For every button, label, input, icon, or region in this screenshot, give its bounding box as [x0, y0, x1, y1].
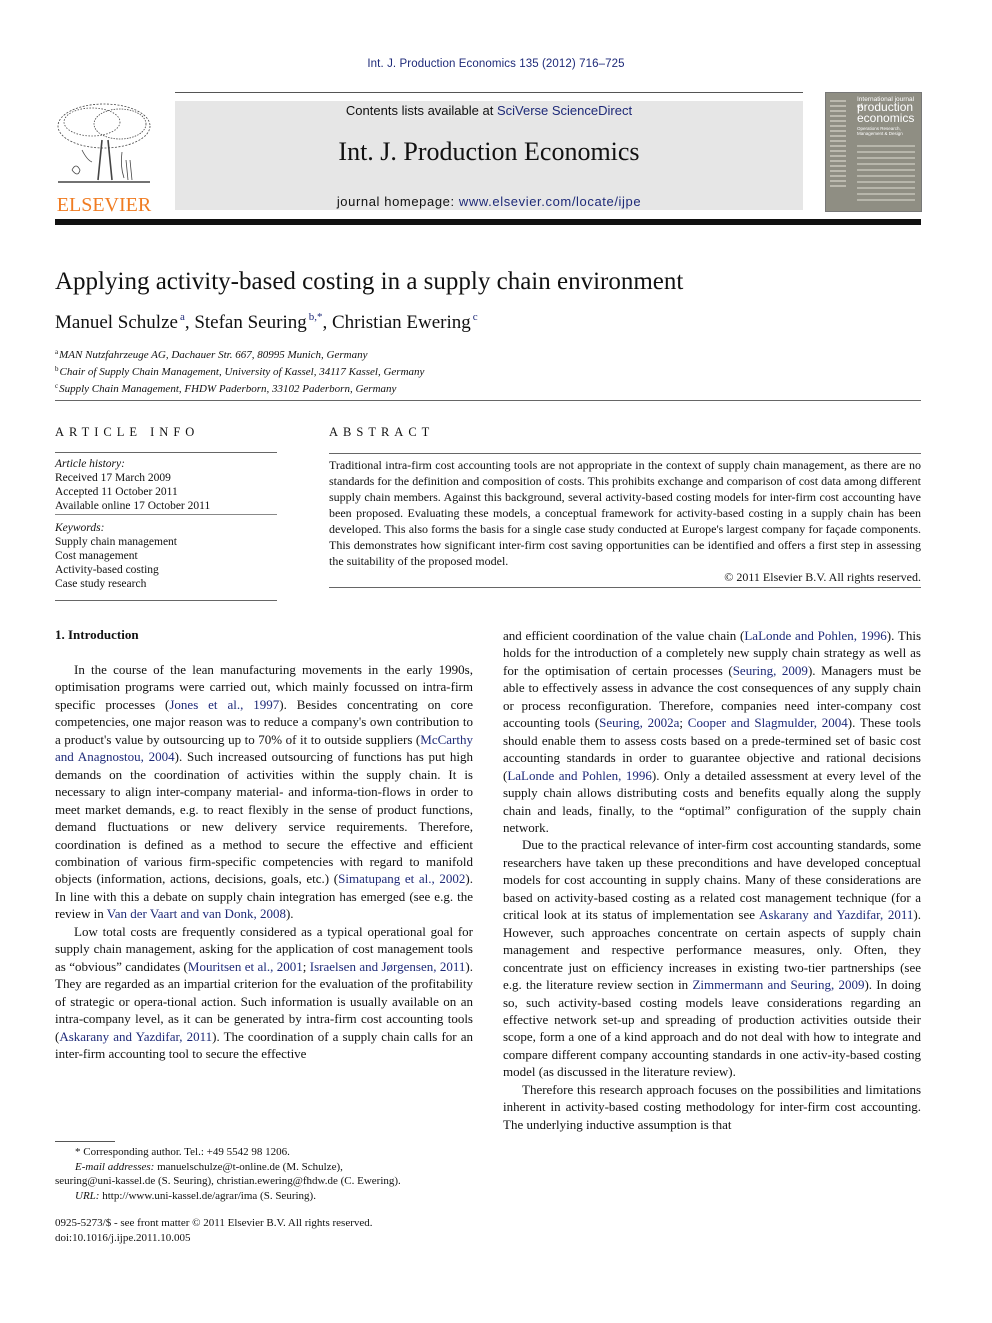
citation-link[interactable]: Zimmermann and Seuring, 2009 [692, 977, 864, 992]
keyword: Activity-based costing [55, 564, 159, 576]
paragraph: Due to the practical relevance of inter-… [503, 836, 921, 1080]
paragraph: and efficient coordination of the value … [503, 627, 921, 836]
text-run: Therefore this research approach focuses… [503, 1081, 921, 1132]
divider [55, 452, 277, 453]
citation-link[interactable]: Jones et al., 1997 [169, 697, 279, 712]
doi[interactable]: doi:10.1016/j.ijpe.2011.10.005 [55, 1231, 373, 1246]
history-received: Received 17 March 2009 [55, 472, 171, 484]
citation-link[interactable]: LaLonde and Pohlen, 1996 [744, 628, 886, 643]
divider [329, 453, 921, 454]
journal-cover-thumbnail[interactable]: International journal of production econ… [825, 92, 922, 212]
footnotes: * Corresponding author. Tel.: +49 5542 9… [55, 1141, 485, 1203]
affiliation: aMAN Nutzfahrzeuge AG, Dachauer Str. 667… [55, 348, 368, 361]
journal-name: Int. J. Production Economics [338, 137, 640, 166]
divider [329, 587, 921, 588]
cover-subtitle: Operations Research, Management & Design [857, 126, 903, 136]
divider [55, 514, 277, 515]
author-name[interactable]: Stefan Seuring [194, 312, 306, 333]
author-name[interactable]: Manuel Schulze [55, 312, 178, 333]
text-run: ; [679, 715, 688, 731]
issn-copyright: 0925-5273/$ - see front matter © 2011 El… [55, 1217, 373, 1229]
author-name[interactable]: Christian Ewering [332, 312, 471, 333]
paragraph: In the course of the lean manufacturing … [55, 661, 473, 923]
citation-link[interactable]: Askarany and Yazdifar, 2011 [759, 907, 913, 922]
text-run: ). Such increased outsourcing of functio… [55, 749, 473, 887]
front-matter: 0925-5273/$ - see front matter © 2011 El… [55, 1216, 373, 1245]
citation-link[interactable]: Israelsen and Jørgensen, 2011 [310, 959, 466, 974]
journal-banner: Contents lists available at SciVerse Sci… [175, 101, 803, 210]
body-column-right: and efficient coordination of the value … [503, 627, 921, 1133]
keyword: Supply chain management [55, 536, 177, 548]
footnote-rule [55, 1141, 115, 1142]
elsevier-wordmark: ELSEVIER [56, 194, 152, 216]
text-run: ; [302, 958, 310, 974]
abstract: ABSTRACT Traditional intra-firm cost acc… [329, 425, 921, 588]
text-run: and efficient coordination of the value … [503, 628, 745, 643]
abstract-text: Traditional intra-firm cost accounting t… [329, 458, 921, 568]
url-note: URL: http://www.uni-kassel.de/agrar/ima … [75, 1189, 316, 1202]
abstract-copyright: © 2011 Elsevier B.V. All rights reserved… [724, 570, 921, 584]
citation-link[interactable]: Askarany and Yazdifar, 2011 [59, 1029, 212, 1044]
header-thick-rule [55, 219, 921, 225]
history-label: Article history: [55, 458, 125, 470]
cover-contents [857, 141, 915, 205]
section-heading-introduction: 1. Introduction [55, 627, 139, 642]
keyword: Case study research [55, 578, 147, 590]
cover-title: production economics [857, 100, 915, 125]
citation-link[interactable]: Van der Vaart and van Donk, 2008 [107, 906, 286, 921]
article-info-heading: ARTICLE INFO [55, 425, 200, 439]
author-affil-sup[interactable]: c [473, 311, 478, 323]
affiliation: bChair of Supply Chain Management, Unive… [55, 365, 425, 378]
citation-link[interactable]: Seuring, 2002a [599, 715, 679, 730]
email-addresses-cont[interactable]: seuring@uni-kassel.de (S. Seuring), chri… [55, 1174, 485, 1189]
keywords-label: Keywords: [55, 522, 105, 534]
affiliations: aMAN Nutzfahrzeuge AG, Dachauer Str. 667… [55, 345, 424, 396]
paragraph: Low total costs are frequently considere… [55, 923, 473, 1063]
title-block-rule [55, 400, 921, 401]
history-online: Available online 17 October 2011 [55, 500, 211, 512]
sciencedirect-link[interactable]: SciVerse ScienceDirect [497, 103, 632, 118]
body-column-left: In the course of the lean manufacturing … [55, 661, 473, 1062]
email-link[interactable]: manuelschulze@t-online.de (M. Schulze), [154, 1161, 343, 1173]
email-addresses: E-mail addresses: manuelschulze@t-online… [75, 1160, 343, 1173]
journal-homepage: journal homepage: www.elsevier.com/locat… [336, 194, 642, 209]
header-top-rule [175, 92, 803, 93]
corresponding-author-note: * Corresponding author. Tel.: +49 5542 9… [75, 1146, 290, 1158]
author-affil-sup[interactable]: b,* [309, 311, 323, 323]
url-link[interactable]: http://www.uni-kassel.de/agrar/ima (S. S… [99, 1190, 316, 1202]
author-list: Manuel Schulze a, Stefan Seuring b,*, Chri… [55, 311, 478, 333]
citation-link[interactable]: LaLonde and Pohlen, 1996 [507, 768, 652, 783]
homepage-link[interactable]: www.elsevier.com/locate/ijpe [459, 194, 641, 209]
article-info: ARTICLE INFO Article history: Received 1… [55, 425, 277, 601]
history-accepted: Accepted 11 October 2011 [55, 486, 178, 498]
citation-link[interactable]: Seuring, 2009 [733, 663, 808, 678]
journal-citation[interactable]: Int. J. Production Economics 135 (2012) … [0, 58, 992, 70]
keyword: Cost management [55, 550, 138, 562]
text-run: ). In doing so, such activity-based cost… [503, 977, 922, 1080]
citation-link[interactable]: Cooper and Slagmulder, 2004 [688, 715, 848, 730]
citation-link[interactable]: Simatupang et al., 2002 [338, 871, 465, 886]
citation-link[interactable]: Mouritsen et al., 2001 [188, 959, 303, 974]
elsevier-logo[interactable]: ELSEVIER [52, 100, 156, 216]
contents-available: Contents lists available at SciVerse Sci… [345, 103, 633, 118]
affiliation: cSupply Chain Management, FHDW Paderborn… [55, 382, 397, 395]
abstract-heading: ABSTRACT [329, 425, 435, 439]
paragraph: Therefore this research approach focuses… [503, 1081, 921, 1133]
text-run: ). [285, 906, 294, 922]
citation-link[interactable]: Int. J. Production Economics 135 (2012) … [367, 58, 624, 70]
divider [55, 600, 277, 601]
elsevier-tree-icon [52, 100, 156, 188]
article-title: Applying activity-based costing in a sup… [55, 268, 684, 295]
cover-sidebar [830, 97, 846, 205]
